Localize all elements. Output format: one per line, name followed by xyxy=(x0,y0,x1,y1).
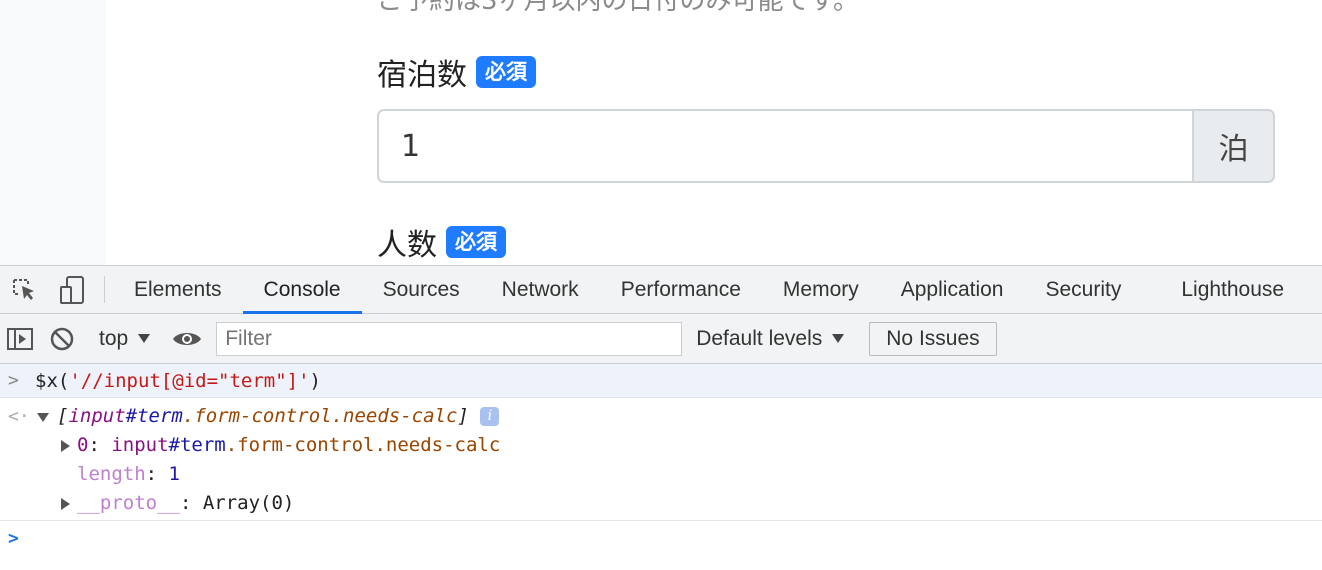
console-result: <· [input#term.form-control.needs-calc] … xyxy=(0,398,1322,518)
tab-performance[interactable]: Performance xyxy=(600,266,762,313)
nights-label-text: 宿泊数 xyxy=(377,58,467,93)
input-prompt-icon: > xyxy=(8,528,19,549)
info-icon[interactable]: i xyxy=(480,407,500,426)
devtools-panel: Elements Console Sources Network Perform… xyxy=(0,265,1322,570)
array-length-property: length: 1 xyxy=(77,463,180,485)
web-page: ご予約は3ヶ月以内の日付のみ可能です。 宿泊数 必須 1 泊 人数 必須 xyxy=(0,0,1322,265)
nights-unit-addon: 泊 xyxy=(1192,109,1275,183)
nights-input-group: 1 泊 xyxy=(377,109,1275,183)
tab-console[interactable]: Console xyxy=(242,266,362,314)
page-sidebar-background xyxy=(0,0,106,265)
people-label-text: 人数 xyxy=(377,228,437,263)
nights-input[interactable]: 1 xyxy=(377,109,1192,183)
live-expression-eye-icon[interactable] xyxy=(165,329,209,349)
array-proto-property[interactable]: __proto__: Array(0) xyxy=(77,492,294,514)
required-badge: 必須 xyxy=(476,56,536,88)
dropdown-arrow-icon xyxy=(832,333,845,343)
context-selector[interactable]: top xyxy=(89,327,160,351)
console-command: $x('//input[@id="term"]') xyxy=(35,369,321,392)
tab-memory[interactable]: Memory xyxy=(762,266,880,313)
tab-security[interactable]: Security xyxy=(1024,266,1142,313)
log-levels-dropdown[interactable]: Default levels xyxy=(696,326,845,351)
expand-triangle-icon[interactable] xyxy=(61,440,70,452)
tab-network[interactable]: Network xyxy=(481,266,600,313)
console-toolbar: top Default levels No Issues xyxy=(0,314,1322,364)
result-return-icon: <· xyxy=(8,406,30,427)
context-selector-label: top xyxy=(99,326,129,350)
issues-button[interactable]: No Issues xyxy=(869,321,997,356)
toolbar-separator xyxy=(104,276,105,303)
expand-triangle-icon[interactable] xyxy=(61,498,70,510)
device-toolbar-icon[interactable] xyxy=(48,266,96,313)
required-badge: 必須 xyxy=(446,226,506,258)
collapse-triangle-icon[interactable] xyxy=(37,413,49,422)
array-item-0[interactable]: 0: input#term.form-control.needs-calc xyxy=(77,434,500,456)
console-command-line[interactable]: > $x('//input[@id="term"]') xyxy=(0,364,1322,398)
console-filter-input[interactable] xyxy=(216,321,683,356)
console-output: > $x('//input[@id="term"]') <· [input#te… xyxy=(0,364,1322,558)
log-levels-label: Default levels xyxy=(696,326,823,350)
devtools-tabbar: Elements Console Sources Network Perform… xyxy=(0,265,1322,314)
tab-sources[interactable]: Sources xyxy=(362,266,481,313)
console-prompt-line[interactable]: > xyxy=(0,518,1322,558)
people-label: 人数 必須 xyxy=(377,220,506,264)
inspect-element-icon[interactable] xyxy=(0,266,48,313)
show-sidebar-icon[interactable] xyxy=(0,327,40,351)
tab-elements[interactable]: Elements xyxy=(113,266,243,313)
dropdown-arrow-icon xyxy=(138,333,151,343)
nights-label: 宿泊数 必須 xyxy=(377,50,536,94)
result-summary[interactable]: [input#term.form-control.needs-calc] i xyxy=(57,405,500,427)
tab-lighthouse[interactable]: Lighthouse xyxy=(1142,266,1305,313)
tab-application[interactable]: Application xyxy=(880,266,1025,313)
clear-console-icon[interactable] xyxy=(40,326,84,352)
input-prompt-icon: > xyxy=(8,370,19,391)
notice-text: ご予約は3ヶ月以内の日付のみ可能です。 xyxy=(377,0,859,16)
